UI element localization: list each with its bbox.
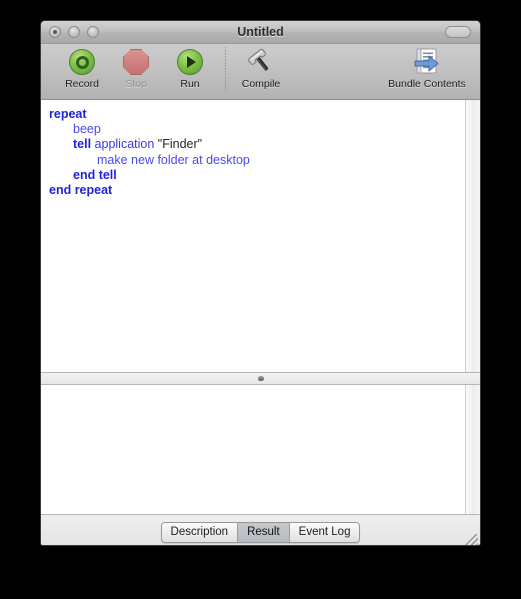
play-triangle-icon (177, 47, 203, 77)
code-token: application (94, 137, 155, 152)
editor-vertical-scrollbar[interactable] (465, 100, 480, 372)
main-toolbar: Record Stop Run Compile Bundle Contents (41, 44, 480, 100)
pane-splitter[interactable] (41, 372, 480, 385)
code-token: repeat (49, 107, 87, 121)
stop-button-label: Stop (125, 78, 147, 90)
code-token: tell (73, 137, 92, 152)
minimize-button-icon[interactable] (68, 26, 80, 38)
document-arrow-icon (411, 47, 443, 77)
zoom-button-icon[interactable] (87, 26, 99, 38)
bundle-contents-label: Bundle Contents (388, 78, 466, 90)
bundle-contents-button[interactable]: Bundle Contents (379, 47, 475, 90)
record-button-label: Record (65, 78, 99, 90)
window-titlebar[interactable]: Untitled (41, 21, 480, 44)
tab-result[interactable]: Result (238, 522, 290, 542)
code-token: end repeat (49, 183, 113, 198)
toolbar-separator (225, 47, 226, 91)
script-editor-window: Untitled Record Stop Run Compile Bundle … (40, 20, 481, 546)
stop-button[interactable]: Stop (109, 47, 163, 90)
script-editor-pane[interactable]: repeat beep tell application "Finder" ma… (41, 100, 480, 372)
code-token: end tell (73, 167, 117, 182)
record-circle-icon (69, 47, 95, 77)
splitter-grip-icon[interactable] (257, 376, 264, 381)
result-output-pane[interactable] (41, 385, 480, 514)
compile-button-label: Compile (241, 78, 281, 90)
record-button[interactable]: Record (55, 47, 109, 90)
code-token: make new folder at desktop (97, 152, 250, 167)
compile-button[interactable]: Compile (234, 47, 288, 90)
result-output-text (41, 385, 480, 392)
result-vertical-scrollbar[interactable] (465, 385, 480, 514)
code-token: beep (73, 122, 101, 137)
run-button[interactable]: Run (163, 47, 217, 90)
code-token: "Finder" (157, 137, 203, 152)
run-button-label: Run (180, 78, 200, 90)
stop-octagon-icon (123, 47, 149, 77)
window-resize-grip-icon[interactable] (464, 534, 478, 545)
output-tab-group: Description Result Event Log (160, 521, 361, 543)
window-title: Untitled (237, 25, 284, 39)
hammer-icon (246, 47, 276, 77)
tab-description[interactable]: Description (161, 522, 239, 542)
close-button-icon[interactable] (49, 26, 61, 38)
script-source-code[interactable]: repeat beep tell application "Finder" ma… (41, 100, 480, 198)
tab-event-log[interactable]: Event Log (289, 522, 360, 542)
traffic-light-group (49, 26, 99, 38)
toolbar-toggle-button[interactable] (445, 26, 471, 38)
bottom-status-bar: Description Result Event Log (41, 514, 480, 545)
